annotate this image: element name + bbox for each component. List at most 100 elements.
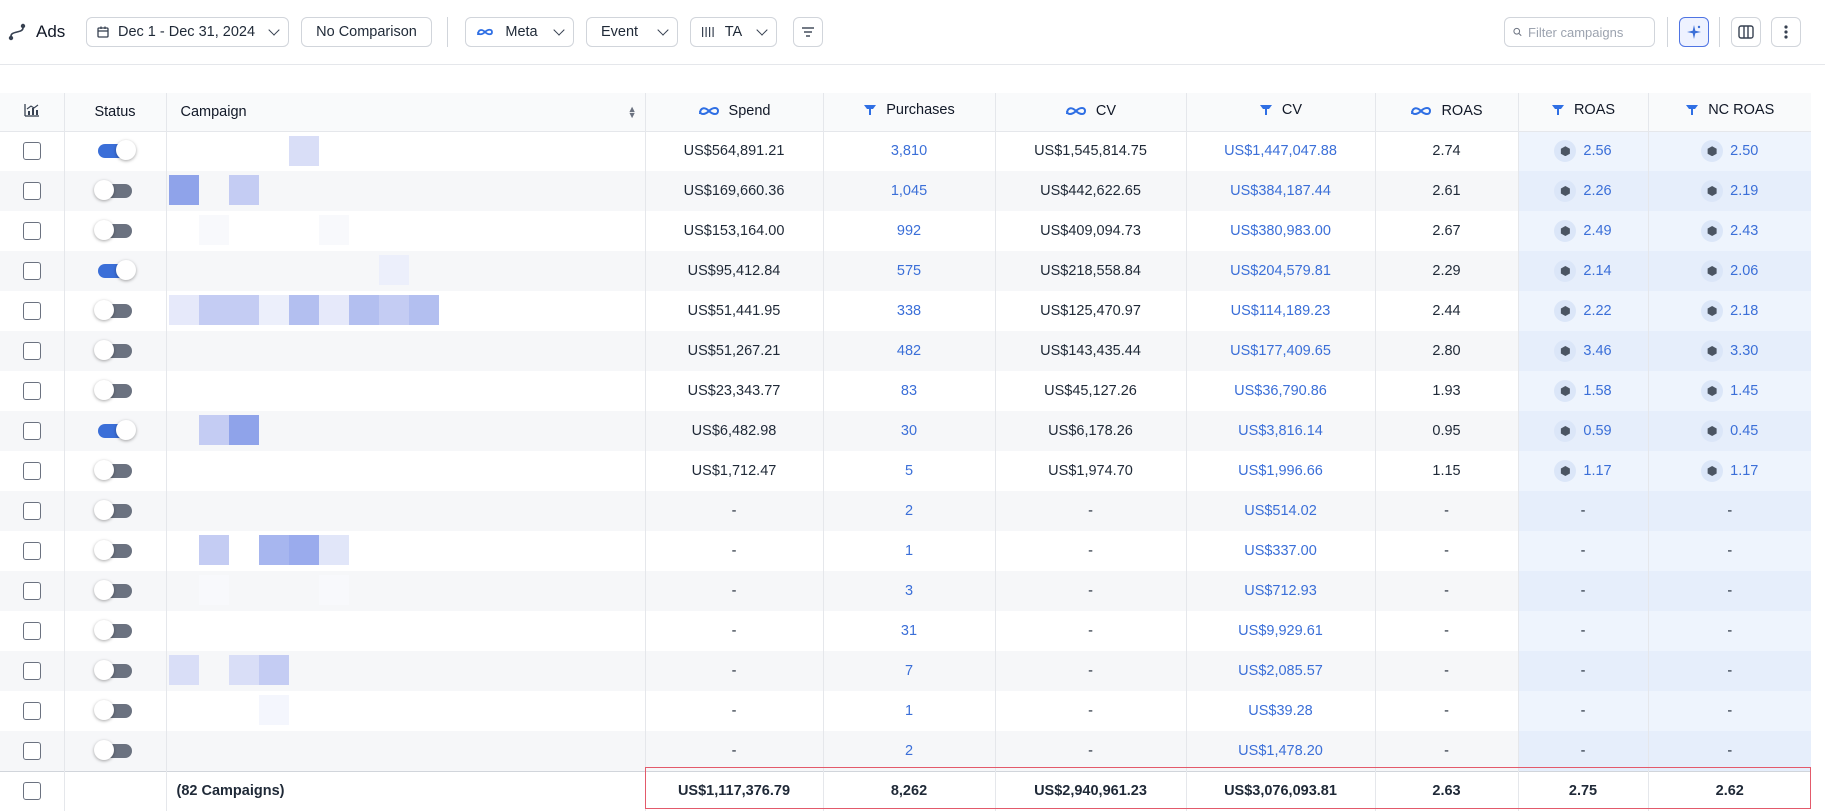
status-toggle[interactable] [94, 380, 132, 401]
row-checkbox[interactable] [22, 622, 41, 640]
spend-header[interactable]: Spend [645, 93, 824, 132]
row-status-cell[interactable] [64, 371, 167, 411]
row-status-cell[interactable] [64, 571, 167, 611]
row-checkbox[interactable] [22, 262, 41, 280]
tw-roas-cell[interactable]: - [1518, 731, 1649, 771]
status-toggle[interactable] [94, 739, 132, 760]
table-row[interactable]: - 31 - US$9,929.61 - - - [0, 611, 1811, 651]
row-select-cell[interactable] [0, 531, 65, 571]
purchases-cell[interactable]: 31 [823, 611, 996, 651]
tw-cv-cell[interactable]: US$177,409.65 [1186, 331, 1376, 371]
table-row[interactable]: US$95,412.84 575 US$218,558.84 US$204,57… [0, 251, 1811, 291]
purchases-cell[interactable]: 7 [823, 651, 996, 691]
row-select-cell[interactable] [0, 491, 65, 531]
nc-roas-cell[interactable]: - [1648, 731, 1811, 771]
purchases-cell[interactable]: 575 [823, 251, 996, 291]
row-select-cell[interactable] [0, 451, 65, 491]
nc-roas-cell[interactable]: - [1648, 611, 1811, 651]
campaign-name-cell[interactable] [166, 411, 646, 451]
campaign-name-cell[interactable] [166, 611, 646, 651]
status-toggle[interactable] [94, 300, 132, 321]
nc-roas-cell[interactable]: - [1648, 651, 1811, 691]
tw-roas-cell[interactable]: - [1518, 691, 1649, 731]
nc-roas-cell[interactable]: - [1648, 691, 1811, 731]
nc-roas-cell[interactable]: 2.18 [1648, 291, 1811, 331]
tw-cv-cell[interactable]: US$337.00 [1186, 531, 1376, 571]
row-select-cell[interactable] [0, 691, 65, 731]
tw-roas-header[interactable]: ROAS [1518, 93, 1649, 132]
row-checkbox[interactable] [22, 462, 41, 480]
row-checkbox[interactable] [22, 582, 41, 600]
filter-lines-button[interactable] [793, 17, 823, 47]
status-toggle[interactable] [94, 340, 132, 361]
tw-cv-cell[interactable]: US$114,189.23 [1186, 291, 1376, 331]
table-row[interactable]: - 1 - US$39.28 - - - [0, 691, 1811, 731]
table-row[interactable]: US$564,891.21 3,810 US$1,545,814.75 US$1… [0, 131, 1811, 171]
status-toggle[interactable] [98, 140, 136, 161]
nc-roas-cell[interactable]: 0.45 [1648, 411, 1811, 451]
row-select-cell[interactable] [0, 331, 65, 371]
sort-icon[interactable]: ▲ ▼ [628, 105, 637, 120]
nc-roas-cell[interactable]: 1.45 [1648, 371, 1811, 411]
tw-roas-cell[interactable]: - [1518, 571, 1649, 611]
campaign-name-cell[interactable] [166, 331, 646, 371]
nc-roas-cell[interactable]: 2.43 [1648, 211, 1811, 251]
campaign-name-cell[interactable] [166, 531, 646, 571]
table-row[interactable]: US$23,343.77 83 US$45,127.26 US$36,790.8… [0, 371, 1811, 411]
row-checkbox[interactable] [22, 422, 41, 440]
campaign-name-cell[interactable] [166, 251, 646, 291]
tw-cv-cell[interactable]: US$3,816.14 [1186, 411, 1376, 451]
row-checkbox[interactable] [22, 662, 41, 680]
row-select-cell[interactable] [0, 291, 65, 331]
status-toggle[interactable] [94, 660, 132, 681]
row-checkbox[interactable] [22, 302, 41, 320]
row-checkbox[interactable] [22, 382, 41, 400]
row-status-cell[interactable] [64, 451, 167, 491]
columns-button[interactable] [1731, 17, 1761, 47]
row-status-cell[interactable] [64, 211, 167, 251]
tw-roas-cell[interactable]: - [1518, 531, 1649, 571]
row-select-cell[interactable] [0, 371, 65, 411]
tw-cv-cell[interactable]: US$1,478.20 [1186, 731, 1376, 771]
campaign-name-cell[interactable] [166, 451, 646, 491]
tw-roas-cell[interactable]: 1.17 [1518, 451, 1649, 491]
purchases-cell[interactable]: 1 [823, 691, 996, 731]
tw-roas-cell[interactable]: 3.46 [1518, 331, 1649, 371]
status-toggle[interactable] [94, 620, 132, 641]
table-row[interactable]: US$6,482.98 30 US$6,178.26 US$3,816.14 0… [0, 411, 1811, 451]
chart-toggle-header[interactable] [0, 93, 65, 132]
tw-cv-cell[interactable]: US$514.02 [1186, 491, 1376, 531]
status-toggle[interactable] [98, 420, 136, 441]
table-row[interactable]: - 3 - US$712.93 - - - [0, 571, 1811, 611]
table-row[interactable]: - 7 - US$2,085.57 - - - [0, 651, 1811, 691]
table-row[interactable]: US$1,712.47 5 US$1,974.70 US$1,996.66 1.… [0, 451, 1811, 491]
row-status-cell[interactable] [64, 331, 167, 371]
tw-cv-cell[interactable]: US$9,929.61 [1186, 611, 1376, 651]
purchases-cell[interactable]: 1,045 [823, 171, 996, 211]
table-row[interactable]: US$169,660.36 1,045 US$442,622.65 US$384… [0, 171, 1811, 211]
nc-roas-header[interactable]: NC ROAS [1648, 93, 1811, 132]
row-checkbox[interactable] [22, 542, 41, 560]
purchases-cell[interactable]: 2 [823, 491, 996, 531]
nc-roas-cell[interactable]: - [1648, 571, 1811, 611]
row-select-cell[interactable] [0, 611, 65, 651]
tw-cv-cell[interactable]: US$380,983.00 [1186, 211, 1376, 251]
tw-roas-cell[interactable]: 1.58 [1518, 371, 1649, 411]
campaign-name-cell[interactable] [166, 571, 646, 611]
tw-cv-cell[interactable]: US$1,447,047.88 [1186, 131, 1376, 171]
status-header[interactable]: Status [64, 93, 167, 132]
row-select-cell[interactable] [0, 411, 65, 451]
campaign-name-cell[interactable] [166, 691, 646, 731]
search-input[interactable] [1528, 24, 1646, 40]
tw-cv-cell[interactable]: US$384,187.44 [1186, 171, 1376, 211]
tw-cv-cell[interactable]: US$36,790.86 [1186, 371, 1376, 411]
status-toggle[interactable] [94, 580, 132, 601]
purchases-cell[interactable]: 3 [823, 571, 996, 611]
purchases-cell[interactable]: 338 [823, 291, 996, 331]
row-status-cell[interactable] [64, 651, 167, 691]
purchases-cell[interactable]: 1 [823, 531, 996, 571]
row-checkbox[interactable] [22, 741, 41, 760]
status-toggle[interactable] [94, 460, 132, 481]
tw-roas-cell[interactable]: - [1518, 611, 1649, 651]
row-status-cell[interactable] [64, 531, 167, 571]
